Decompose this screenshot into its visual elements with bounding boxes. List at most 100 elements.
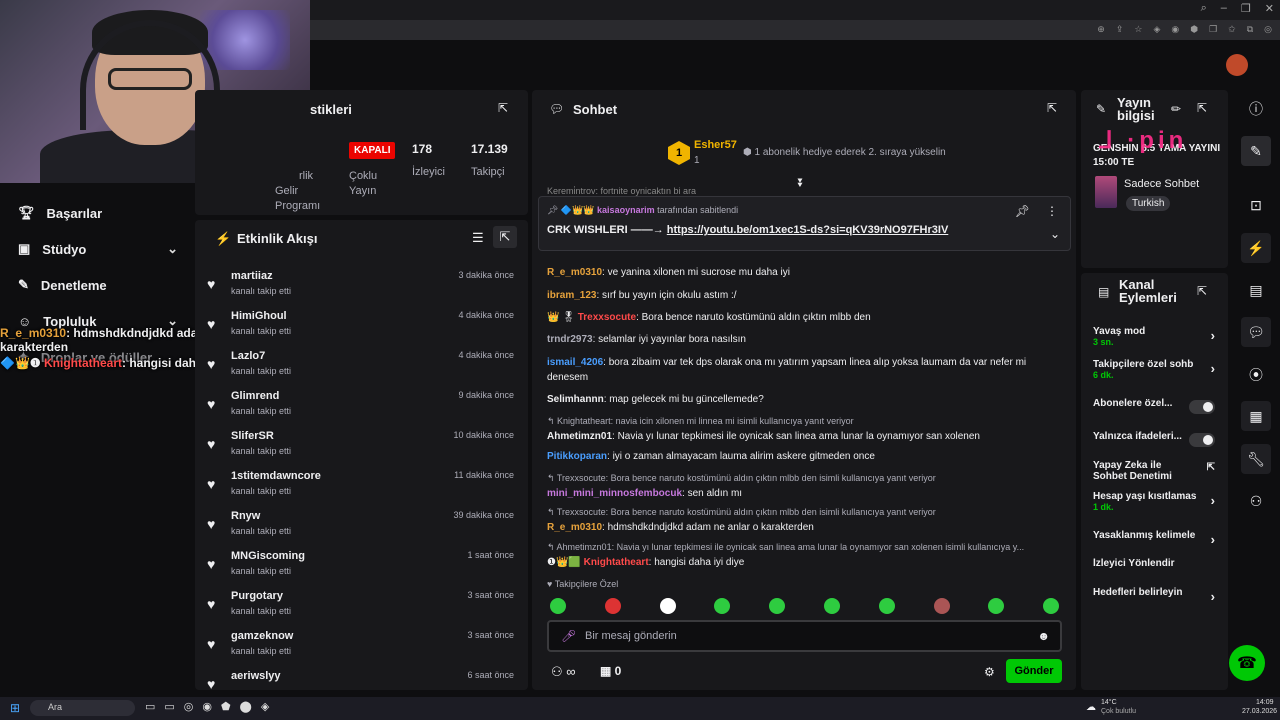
channel-action-item[interactable]: Hedefleri belirleyin › bbox=[1093, 587, 1221, 604]
top-gifter-name[interactable]: Esher57 bbox=[694, 139, 737, 151]
emoji-icon[interactable]: ☻ bbox=[1037, 629, 1050, 643]
sidebar-item-studio[interactable]: ▣ Stüdyo ⌄ bbox=[18, 241, 178, 257]
channel-action-item[interactable]: İzleyici Yönlendir bbox=[1093, 558, 1221, 569]
chat-username[interactable]: Ahmetimzn01 bbox=[547, 431, 612, 442]
taskbar-apps[interactable]: ▭▭◎◉⬟⬤◈ bbox=[145, 700, 278, 713]
mic-icon[interactable]: 🎤︎ bbox=[561, 629, 576, 643]
close-button[interactable]: ✕ bbox=[1265, 2, 1274, 15]
chat-username[interactable]: ibram_123 bbox=[547, 290, 596, 301]
store-counter[interactable]: ▦ 0 bbox=[600, 664, 621, 678]
activity-item[interactable]: ♥ martiiaz kanalı takip etti 3 dakika ön… bbox=[207, 270, 522, 308]
sidebar-item-moderation[interactable]: ✎ Denetleme bbox=[18, 277, 178, 293]
actions-icon: ▤ bbox=[1098, 285, 1110, 299]
send-button[interactable]: Gönder bbox=[1006, 659, 1062, 683]
more-options-icon[interactable]: ⋮ bbox=[1046, 204, 1058, 218]
chat-username[interactable]: mini_mini_minnosfembocuk bbox=[547, 488, 682, 499]
chat-username[interactable]: Trexxsocute bbox=[578, 312, 636, 323]
chat-username[interactable]: trndr2973 bbox=[547, 334, 593, 345]
tab-icon[interactable]: ❒ bbox=[1209, 24, 1217, 35]
emote-icon[interactable] bbox=[604, 598, 621, 614]
channel-action-item[interactable]: Takipçilere özel sohb 6 dk. › bbox=[1093, 359, 1221, 380]
chevron-right-icon: › bbox=[1210, 361, 1215, 376]
toggle-switch[interactable] bbox=[1189, 433, 1215, 447]
activity-item[interactable]: ♥ Purgotary kanalı takip etti 3 saat önc… bbox=[207, 590, 522, 628]
sidebar-item-achievements[interactable]: 🏆︎ Başarılar bbox=[18, 205, 178, 221]
activity-item[interactable]: ♥ 1stitemdawncore kanalı takip etti 11 d… bbox=[207, 470, 522, 508]
chat-username[interactable]: ismail_4206 bbox=[547, 357, 603, 368]
avatar[interactable] bbox=[1226, 54, 1248, 76]
bolt-icon[interactable]: ⚡ bbox=[1241, 233, 1271, 263]
activity-item[interactable]: ♥ Glimrend kanalı takip etti 9 dakika ön… bbox=[207, 390, 522, 428]
chat-message: ↰ Knightatheart: navia icin xilonen mi l… bbox=[547, 414, 1062, 444]
star-icon[interactable]: ☆ bbox=[1134, 24, 1142, 35]
popout-icon[interactable]: ⇱ bbox=[1197, 284, 1207, 298]
channel-action-item[interactable]: Yalnızca ifadeleri... bbox=[1093, 431, 1221, 447]
popout-icon[interactable]: ⇱ bbox=[1047, 101, 1057, 115]
collections-icon[interactable]: ⧉ bbox=[1247, 24, 1253, 35]
community-icon[interactable]: ⚇ bbox=[1241, 486, 1271, 516]
chat-input[interactable]: 🎤︎ Bir mesaj gönderin ☻ bbox=[547, 620, 1062, 652]
chat-message: ismail_4206: bora zibaim var tek dps ola… bbox=[547, 357, 1027, 383]
popout-icon[interactable]: ⇱ bbox=[498, 101, 508, 115]
channel-action-item[interactable]: Hesap yaşı kısıtlamas 1 dk. › bbox=[1093, 491, 1221, 512]
chevron-down-icon[interactable]: ⌄ bbox=[1050, 227, 1060, 241]
channel-action-item[interactable]: Yapay Zeka ile Sohbet Denetimi ⇱ bbox=[1093, 460, 1221, 482]
popout-icon[interactable]: ⇱ bbox=[1197, 101, 1207, 115]
reply-context: ↰ Ahmetimzn01: Navia yı lunar tepkimesi … bbox=[547, 542, 1025, 552]
chat-username[interactable]: R_e_m0310 bbox=[547, 267, 602, 278]
heart-icon: ♥ bbox=[207, 316, 216, 332]
channel-action-item[interactable]: Abonelere özel... bbox=[1093, 398, 1221, 414]
maximize-button[interactable]: ❐ bbox=[1241, 2, 1251, 15]
share-icon[interactable]: ⇪ bbox=[1116, 24, 1124, 35]
emote-icon[interactable] bbox=[878, 598, 895, 614]
activity-item[interactable]: ♥ SliferSR kanalı takip etti 10 dakika ö… bbox=[207, 430, 522, 468]
pinned-link[interactable]: https://youtu.be/om1xec1S-ds?si=qKV39rNO… bbox=[667, 224, 949, 236]
chat-username[interactable]: Knightatheart bbox=[584, 557, 649, 568]
favorites-icon[interactable]: ✩ bbox=[1228, 24, 1236, 35]
emote-icon[interactable] bbox=[933, 598, 950, 614]
activity-item[interactable]: ♥ gamzeknow kanalı takip etti 3 saat önc… bbox=[207, 630, 522, 668]
focus-icon[interactable]: ⊡ bbox=[1241, 190, 1271, 220]
profile-icon[interactable]: ◎ bbox=[1264, 24, 1272, 35]
pencil-icon[interactable]: ✎ bbox=[1241, 136, 1271, 166]
toggle-switch[interactable] bbox=[1189, 400, 1215, 414]
heart-icon: ♥ bbox=[207, 276, 216, 292]
document-icon[interactable]: ▤ bbox=[1241, 275, 1271, 305]
sidebar bbox=[0, 183, 195, 690]
support-icon[interactable]: ☎ bbox=[1229, 645, 1265, 681]
chat-username[interactable]: R_e_m0310 bbox=[547, 522, 602, 533]
popout-icon[interactable]: ⇱ bbox=[493, 226, 517, 248]
chat-username[interactable]: Pitikkoparan bbox=[547, 451, 607, 462]
filter-icon[interactable]: ☰ bbox=[472, 230, 484, 246]
ext-icon[interactable]: ◉ bbox=[1171, 24, 1179, 35]
broadcast-icon[interactable]: ⦿ bbox=[1241, 360, 1271, 390]
chat-icon[interactable]: 💬︎ bbox=[1241, 317, 1271, 347]
taskbar-search[interactable]: Ara bbox=[30, 700, 135, 716]
activity-item[interactable]: ♥ HimiGhoul kanalı takip etti 4 dakika ö… bbox=[207, 310, 522, 348]
minimize-button[interactable]: – bbox=[1221, 2, 1227, 15]
chat-username[interactable]: Selimhannn bbox=[547, 394, 604, 405]
emote-icon[interactable] bbox=[659, 598, 676, 614]
tag-chip[interactable]: Turkish bbox=[1126, 196, 1171, 211]
wrench-icon[interactable]: 🔧︎ bbox=[1241, 444, 1271, 474]
windows-start-icon[interactable]: ⊞ bbox=[10, 701, 20, 715]
unpin-icon[interactable]: 📌︎ bbox=[1015, 204, 1030, 218]
channel-action-item[interactable]: Yasaklanmış kelimele › bbox=[1093, 530, 1221, 547]
info-icon[interactable]: ⓘ bbox=[1241, 94, 1271, 124]
scroll-down-icon[interactable]: ⏬︎ bbox=[798, 176, 804, 191]
emote-icon[interactable] bbox=[824, 598, 840, 614]
zoom-icon[interactable]: ⊕ bbox=[1097, 24, 1105, 35]
search-icon[interactable]: ⌕ bbox=[1201, 2, 1207, 15]
activity-item[interactable]: ♥ Lazlo7 kanalı takip etti 4 dakika önce bbox=[207, 350, 522, 388]
channel-points-icon[interactable]: ⚇ ∞ bbox=[551, 664, 576, 680]
channel-action-item[interactable]: Yavaş mod 3 sn. › bbox=[1093, 326, 1221, 347]
settings-gear-icon[interactable]: ⚙ bbox=[984, 665, 995, 679]
activity-item[interactable]: ♥ MNGiscoming kanalı takip etti 1 saat ö… bbox=[207, 550, 522, 588]
ext-icon[interactable]: ◈ bbox=[1153, 24, 1160, 35]
ext-icon[interactable]: ⬢ bbox=[1190, 24, 1198, 35]
edit-icon[interactable]: ✏︎ bbox=[1171, 102, 1181, 116]
activity-item[interactable]: ♥ Rnyw kanalı takip etti 39 dakika önce bbox=[207, 510, 522, 548]
emote-icon[interactable] bbox=[550, 598, 566, 614]
layout-icon[interactable]: ▦ bbox=[1241, 401, 1271, 431]
category-name[interactable]: Sadece Sohbet bbox=[1124, 178, 1199, 190]
